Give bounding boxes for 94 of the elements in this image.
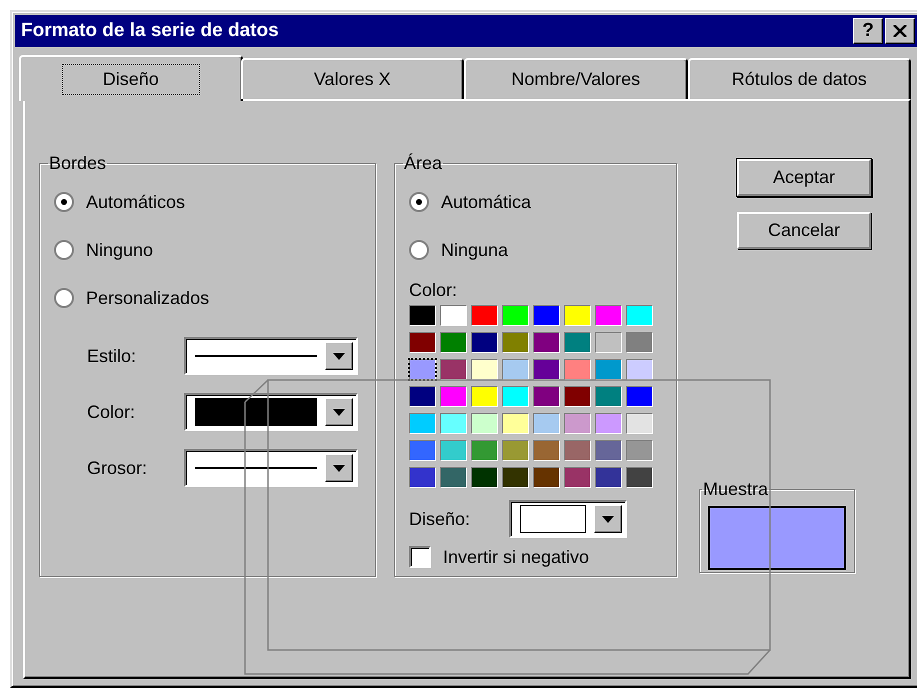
field-label: Diseño: xyxy=(409,508,472,530)
color-swatch[interactable] xyxy=(409,332,436,353)
color-swatch[interactable] xyxy=(409,467,436,488)
checkbox[interactable] xyxy=(409,546,431,568)
color-swatch[interactable] xyxy=(502,359,529,380)
caret-icon xyxy=(333,464,345,472)
field-label: Color: xyxy=(409,280,458,301)
color-swatch[interactable] xyxy=(471,386,498,407)
caret-icon xyxy=(333,408,345,416)
radio-button[interactable] xyxy=(409,240,429,260)
caret-icon xyxy=(333,352,345,360)
pattern-dropdown[interactable] xyxy=(509,500,627,538)
color-swatch[interactable] xyxy=(471,332,498,353)
group-title: Bordes xyxy=(48,153,108,174)
field-label: Grosor: xyxy=(87,458,148,478)
color-swatch[interactable] xyxy=(471,467,498,488)
color-swatch[interactable] xyxy=(502,467,529,488)
color-swatch[interactable] xyxy=(533,440,560,461)
color-swatch[interactable] xyxy=(595,359,622,380)
color-swatch[interactable] xyxy=(564,332,591,353)
radio-label: Automáticos xyxy=(86,192,186,212)
color-swatch[interactable] xyxy=(502,332,529,353)
color-swatch[interactable] xyxy=(533,413,560,434)
color-swatch[interactable] xyxy=(595,332,622,353)
color-swatch[interactable] xyxy=(502,440,529,461)
color-swatch[interactable] xyxy=(533,332,560,353)
radio-button[interactable] xyxy=(54,288,74,308)
color-swatch[interactable] xyxy=(564,359,591,380)
checkbox-label: Invertir si negativo xyxy=(443,546,590,568)
help-button[interactable]: ? xyxy=(853,18,883,44)
tab[interactable]: Diseño xyxy=(19,55,242,101)
color-swatch[interactable] xyxy=(626,332,653,353)
color-swatch[interactable] xyxy=(595,467,622,488)
color-swatch[interactable] xyxy=(440,332,467,353)
group-title: Muestra xyxy=(702,479,770,500)
color-swatch[interactable] xyxy=(409,305,436,326)
color-swatch[interactable] xyxy=(471,305,498,326)
radio-label: Ninguno xyxy=(86,240,154,260)
color-swatch[interactable] xyxy=(471,413,498,434)
color-swatch[interactable] xyxy=(409,359,436,380)
color-swatch[interactable] xyxy=(626,440,653,461)
color-swatch[interactable] xyxy=(626,305,653,326)
color-dropdown[interactable] xyxy=(184,393,358,431)
caret-icon xyxy=(602,516,614,522)
color-swatch[interactable] xyxy=(440,305,467,326)
color-swatch[interactable] xyxy=(533,386,560,407)
color-swatch[interactable] xyxy=(626,386,653,407)
color-swatch[interactable] xyxy=(626,359,653,380)
radio-label: Ninguna xyxy=(441,240,508,260)
field-label: Estilo: xyxy=(87,346,138,366)
close-icon xyxy=(893,25,907,37)
color-swatch[interactable] xyxy=(409,386,436,407)
tab[interactable]: Valores X xyxy=(240,58,464,99)
radio-button[interactable] xyxy=(54,240,74,260)
color-swatch[interactable] xyxy=(564,467,591,488)
window-title: Formato de la serie de datos xyxy=(21,20,280,42)
color-swatch[interactable] xyxy=(440,386,467,407)
line-dropdown[interactable] xyxy=(184,449,358,487)
field-label: Color: xyxy=(87,402,136,422)
color-swatch[interactable] xyxy=(502,305,529,326)
color-swatch[interactable] xyxy=(502,413,529,434)
color-swatch[interactable] xyxy=(440,359,467,380)
color-swatch[interactable] xyxy=(440,467,467,488)
color-swatch[interactable] xyxy=(440,413,467,434)
dialog-button[interactable]: Cancelar xyxy=(737,212,871,249)
line-dropdown[interactable] xyxy=(184,337,358,375)
color-swatch[interactable] xyxy=(595,305,622,326)
radio-button[interactable] xyxy=(54,192,74,212)
color-swatch[interactable] xyxy=(409,413,436,434)
color-swatch[interactable] xyxy=(564,305,591,326)
color-swatch[interactable] xyxy=(595,413,622,434)
color-swatch[interactable] xyxy=(564,440,591,461)
color-swatch[interactable] xyxy=(471,359,498,380)
color-swatch[interactable] xyxy=(533,359,560,380)
color-swatch[interactable] xyxy=(595,386,622,407)
radio-label: Personalizados xyxy=(86,288,210,308)
color-swatch[interactable] xyxy=(533,305,560,326)
tab[interactable]: Rótulos de datos xyxy=(688,58,911,99)
color-swatch[interactable] xyxy=(502,386,529,407)
color-swatch[interactable] xyxy=(626,413,653,434)
color-swatch[interactable] xyxy=(564,386,591,407)
color-swatch[interactable] xyxy=(626,467,653,488)
tab[interactable]: Nombre/Valores xyxy=(464,58,688,99)
group-title: Área xyxy=(403,153,444,174)
color-swatch[interactable] xyxy=(409,440,436,461)
color-swatch[interactable] xyxy=(471,440,498,461)
radio-label: Automática xyxy=(441,192,532,212)
color-swatch[interactable] xyxy=(533,467,560,488)
dialog-button[interactable]: Aceptar xyxy=(737,159,871,196)
close-button[interactable] xyxy=(885,18,915,44)
radio-button[interactable] xyxy=(409,192,429,212)
color-swatch[interactable] xyxy=(440,440,467,461)
color-swatch[interactable] xyxy=(595,440,622,461)
color-swatch[interactable] xyxy=(564,413,591,434)
